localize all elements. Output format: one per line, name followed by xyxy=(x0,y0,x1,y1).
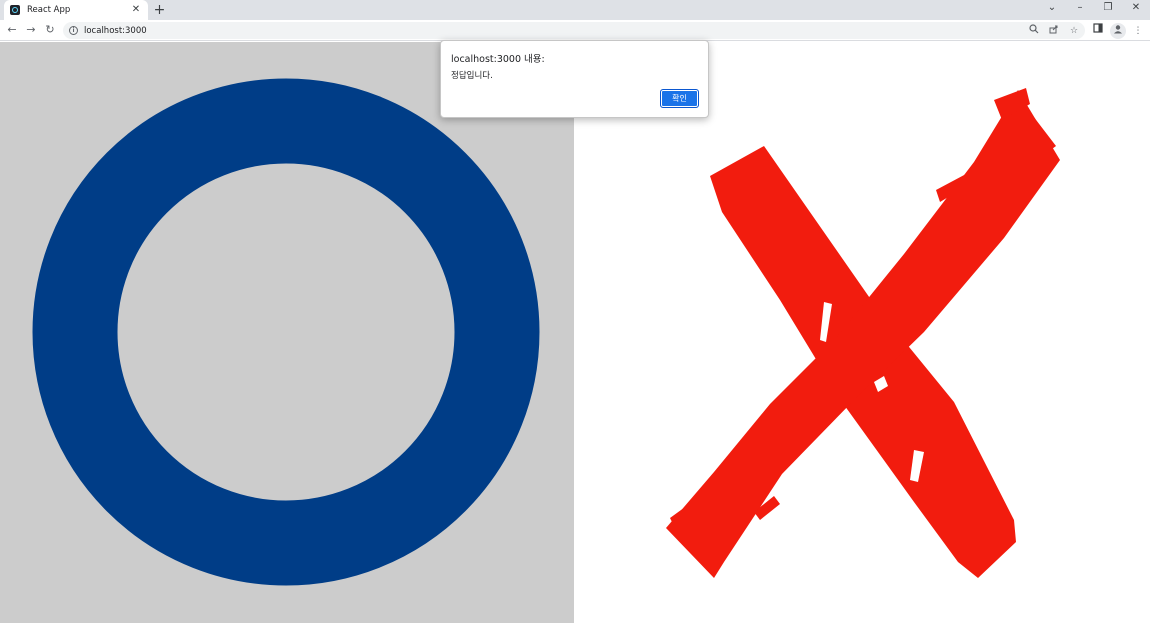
profile-avatar-icon[interactable] xyxy=(1110,22,1126,39)
chevron-down-icon[interactable]: ⌄ xyxy=(1038,0,1066,18)
blue-circle-o-image xyxy=(0,42,574,623)
red-brush-x-image xyxy=(574,42,1150,623)
browser-window: React App ✕ + ⌄ – ❐ ✕ ← → ↻ i localhost:… xyxy=(0,0,1150,623)
side-panel-icon[interactable] xyxy=(1090,22,1106,39)
page-viewport xyxy=(0,42,1150,623)
zoom-icon[interactable] xyxy=(1027,23,1041,38)
window-controls: ⌄ – ❐ ✕ xyxy=(1038,0,1150,20)
red-x-graphic xyxy=(666,88,1060,578)
address-bar[interactable]: i localhost:3000 ☆ xyxy=(63,22,1085,39)
close-icon[interactable]: ✕ xyxy=(130,4,142,16)
tab-strip: React App ✕ + ⌄ – ❐ ✕ xyxy=(0,0,1150,20)
url-text[interactable]: localhost:3000 xyxy=(84,26,147,36)
info-icon[interactable]: i xyxy=(69,26,78,35)
toolbar-right: ⋮ xyxy=(1090,22,1146,39)
share-icon[interactable] xyxy=(1047,24,1061,38)
back-arrow-icon[interactable]: ← xyxy=(4,22,20,38)
reload-icon[interactable]: ↻ xyxy=(42,22,58,38)
minimize-icon[interactable]: – xyxy=(1066,0,1094,18)
window-close-icon[interactable]: ✕ xyxy=(1122,0,1150,18)
blue-ring xyxy=(32,78,540,586)
plus-icon[interactable]: + xyxy=(152,3,167,18)
browser-toolbar: ← → ↻ i localhost:3000 ☆ ⋮ xyxy=(0,20,1150,41)
alert-message: 정답입니다. xyxy=(451,71,493,81)
tab-react-app[interactable]: React App ✕ xyxy=(4,0,148,20)
restore-icon[interactable]: ❐ xyxy=(1094,0,1122,18)
omnibox-actions: ☆ xyxy=(1027,22,1081,39)
menu-kebab-icon[interactable]: ⋮ xyxy=(1130,23,1146,39)
react-logo-icon xyxy=(10,5,20,15)
tab-title: React App xyxy=(27,5,71,15)
forward-arrow-icon[interactable]: → xyxy=(23,22,39,38)
alert-title: localhost:3000 내용: xyxy=(451,54,545,65)
alert-ok-button[interactable]: 확인 xyxy=(660,89,699,108)
bookmark-star-icon[interactable]: ☆ xyxy=(1067,24,1081,38)
blue-ring-graphic xyxy=(32,78,540,586)
